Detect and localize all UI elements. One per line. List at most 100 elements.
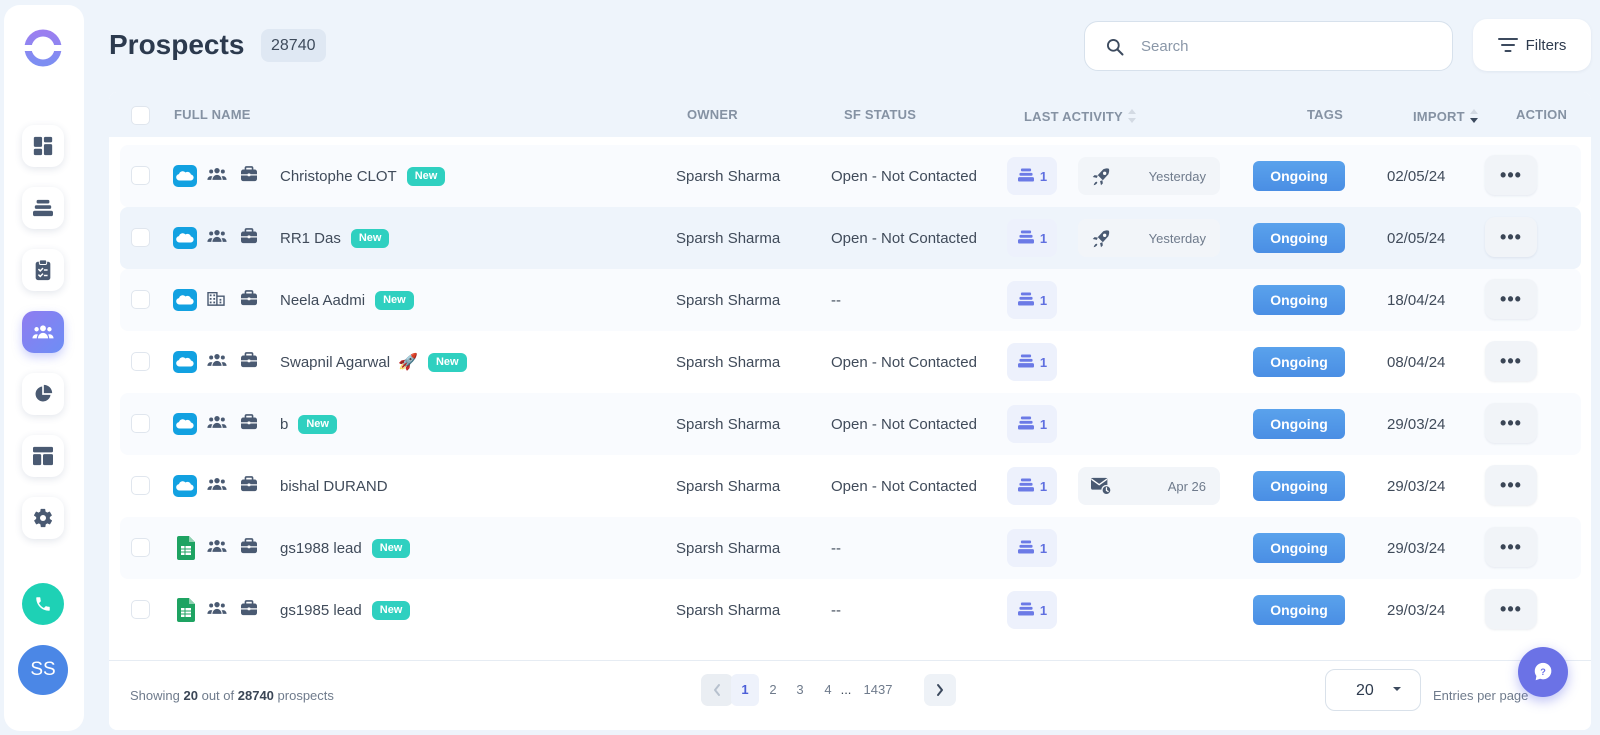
tag-badge[interactable]: Ongoing [1253, 223, 1345, 253]
filters-button[interactable]: Filters [1473, 19, 1591, 71]
tag-badge[interactable]: Ongoing [1253, 347, 1345, 377]
last-activity-pill[interactable]: Apr 26 [1078, 467, 1220, 505]
prospect-name-cell[interactable]: Neela Aadmi New [280, 269, 414, 331]
search-input[interactable] [1141, 34, 1431, 58]
header-last-activity[interactable]: LAST ACTIVITY [1024, 107, 1137, 125]
header-import[interactable]: IMPORT [1413, 107, 1479, 125]
table-row[interactable]: bishal DURAND Sparsh Sharma Open - Not Con… [120, 455, 1581, 517]
people-icon [207, 414, 227, 434]
header-sf-status[interactable]: SF STATUS [844, 107, 916, 122]
more-actions-button[interactable]: ••• [1485, 341, 1537, 381]
prospect-name[interactable]: gs1988 lead [280, 540, 362, 557]
table-row[interactable]: Neela Aadmi New Sparsh Sharma -- 1 Ongoing 18/… [120, 269, 1581, 331]
prospect-name[interactable]: Swapnil Agarwal [280, 354, 390, 371]
prospects-table: FULL NAME OWNER SF STATUS LAST ACTIVITY … [109, 92, 1591, 730]
more-actions-button[interactable]: ••• [1485, 155, 1537, 195]
prev-page-button[interactable] [701, 674, 733, 706]
last-activity-pill[interactable]: Yesterday [1078, 157, 1220, 195]
sequences-icon [1017, 539, 1035, 558]
more-actions-button[interactable]: ••• [1485, 217, 1537, 257]
prospect-name-cell[interactable]: bishal DURAND [280, 455, 388, 517]
prospect-name-cell[interactable]: gs1985 lead New [280, 579, 411, 641]
tag-badge[interactable]: Ongoing [1253, 161, 1345, 191]
page-3[interactable]: 3 [791, 674, 809, 706]
prospect-name-cell[interactable]: gs1988 lead New [280, 517, 411, 579]
page-4[interactable]: 4 [819, 674, 837, 706]
user-avatar[interactable]: SS [18, 645, 68, 695]
entries-per-page-select[interactable]: 20 [1325, 669, 1421, 711]
page-1[interactable]: 1 [731, 674, 759, 706]
tag-badge[interactable]: Ongoing [1253, 471, 1345, 501]
row-checkbox[interactable] [131, 290, 150, 309]
svg-text:?: ? [1540, 667, 1546, 677]
row-checkbox[interactable] [131, 476, 150, 495]
prospect-name[interactable]: Christophe CLOT [280, 168, 397, 185]
header-full-name[interactable]: FULL NAME [174, 107, 251, 122]
sequence-count-pill[interactable]: 1 [1007, 529, 1057, 567]
salesforce-icon [173, 227, 197, 249]
table-footer: Showing 20 out of 28740 prospects 1 2 3 … [109, 660, 1591, 730]
more-actions-button[interactable]: ••• [1485, 589, 1537, 629]
prospect-name[interactable]: RR1 Das [280, 230, 341, 247]
sequences-icon [32, 198, 54, 218]
sidebar-item-prospects[interactable] [22, 311, 64, 353]
tag-badge[interactable]: Ongoing [1253, 533, 1345, 563]
new-badge: New [371, 538, 411, 558]
next-page-button[interactable] [924, 674, 956, 706]
owner-cell: Sparsh Sharma [676, 477, 781, 495]
sidebar-item-reports[interactable] [22, 373, 64, 415]
table-row[interactable]: b New Sparsh Sharma Open - Not Contacted 1 On… [120, 393, 1581, 455]
settings-icon [32, 507, 54, 529]
more-actions-button[interactable]: ••• [1485, 527, 1537, 567]
sidebar-item-settings[interactable] [22, 497, 64, 539]
prospect-name[interactable]: bishal DURAND [280, 478, 388, 495]
sidebar-item-dashboard[interactable] [22, 125, 64, 167]
table-row[interactable]: RR1 Das New Sparsh Sharma Open - Not Contac… [120, 207, 1581, 269]
sequence-count-pill[interactable]: 1 [1007, 219, 1057, 257]
prospect-name-cell[interactable]: Swapnil Agarwal 🚀 New [280, 331, 467, 393]
header-tags[interactable]: TAGS [1307, 107, 1343, 122]
select-all-checkbox[interactable] [131, 106, 150, 125]
table-row[interactable]: gs1988 lead New Sparsh Sharma -- 1 Ongoing 29/… [120, 517, 1581, 579]
prospect-name[interactable]: gs1985 lead [280, 602, 362, 619]
sidebar-item-templates[interactable] [22, 435, 64, 477]
prospect-name-cell[interactable]: RR1 Das New [280, 207, 390, 269]
last-activity-pill[interactable]: Yesterday [1078, 219, 1220, 257]
phone-button[interactable] [22, 583, 64, 625]
row-checkbox[interactable] [131, 538, 150, 557]
header-owner[interactable]: OWNER [687, 107, 738, 122]
table-row[interactable]: gs1985 lead New Sparsh Sharma -- 1 Ongoing 29/… [120, 579, 1581, 641]
row-checkbox[interactable] [131, 352, 150, 371]
sequence-count-pill[interactable]: 1 [1007, 405, 1057, 443]
tag-badge[interactable]: Ongoing [1253, 285, 1345, 315]
table-row[interactable]: Christophe CLOT New Sparsh Sharma Open - No… [120, 145, 1581, 207]
table-row[interactable]: Swapnil Agarwal 🚀 New Sparsh Sharma Open - N… [120, 331, 1581, 393]
row-checkbox[interactable] [131, 414, 150, 433]
sequence-count-pill[interactable]: 1 [1007, 281, 1057, 319]
row-checkbox[interactable] [131, 600, 150, 619]
tag-badge[interactable]: Ongoing [1253, 595, 1345, 625]
sort-desc-icon [1469, 109, 1478, 123]
import-date-cell: 02/05/24 [1387, 229, 1446, 247]
sidebar-item-tasks[interactable] [22, 249, 64, 291]
prospect-name[interactable]: Neela Aadmi [280, 292, 365, 309]
sequence-count-pill[interactable]: 1 [1007, 157, 1057, 195]
sequence-count-pill[interactable]: 1 [1007, 467, 1057, 505]
prospect-name-cell[interactable]: Christophe CLOT New [280, 145, 446, 207]
sidebar-item-sequences[interactable] [22, 187, 64, 229]
app-logo[interactable] [23, 28, 63, 68]
more-actions-button[interactable]: ••• [1485, 465, 1537, 505]
row-checkbox[interactable] [131, 166, 150, 185]
more-actions-button[interactable]: ••• [1485, 403, 1537, 443]
sequence-count-pill[interactable]: 1 [1007, 591, 1057, 629]
help-chat-button[interactable]: ? [1518, 647, 1568, 697]
page-last[interactable]: 1437 [860, 674, 896, 706]
more-actions-button[interactable]: ••• [1485, 279, 1537, 319]
prospect-name[interactable]: b [280, 416, 288, 433]
row-checkbox[interactable] [131, 228, 150, 247]
sequence-count-pill[interactable]: 1 [1007, 343, 1057, 381]
search-box[interactable] [1084, 21, 1453, 71]
page-2[interactable]: 2 [764, 674, 782, 706]
prospect-name-cell[interactable]: b New [280, 393, 337, 455]
tag-badge[interactable]: Ongoing [1253, 409, 1345, 439]
